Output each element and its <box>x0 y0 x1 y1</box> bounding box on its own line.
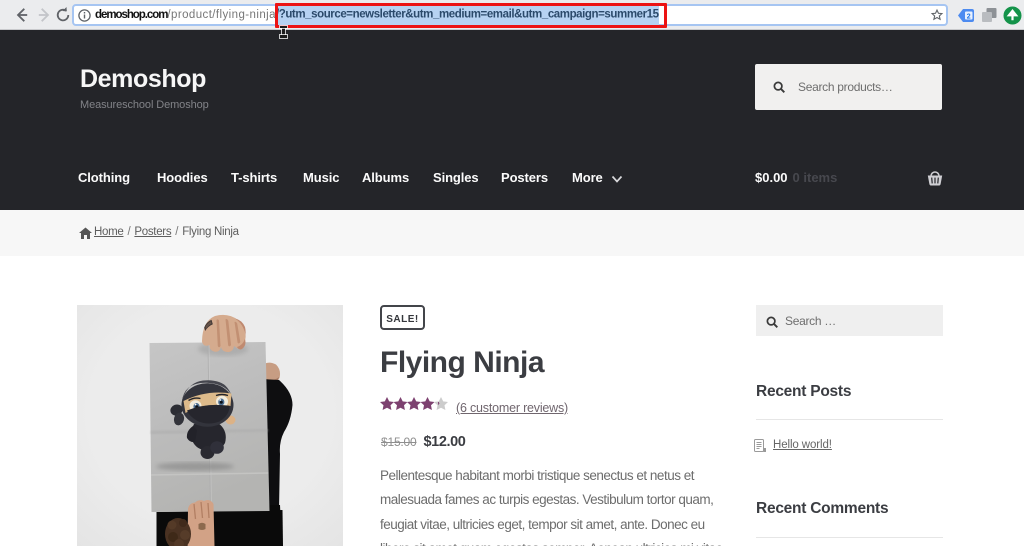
svg-text:2: 2 <box>967 13 971 20</box>
